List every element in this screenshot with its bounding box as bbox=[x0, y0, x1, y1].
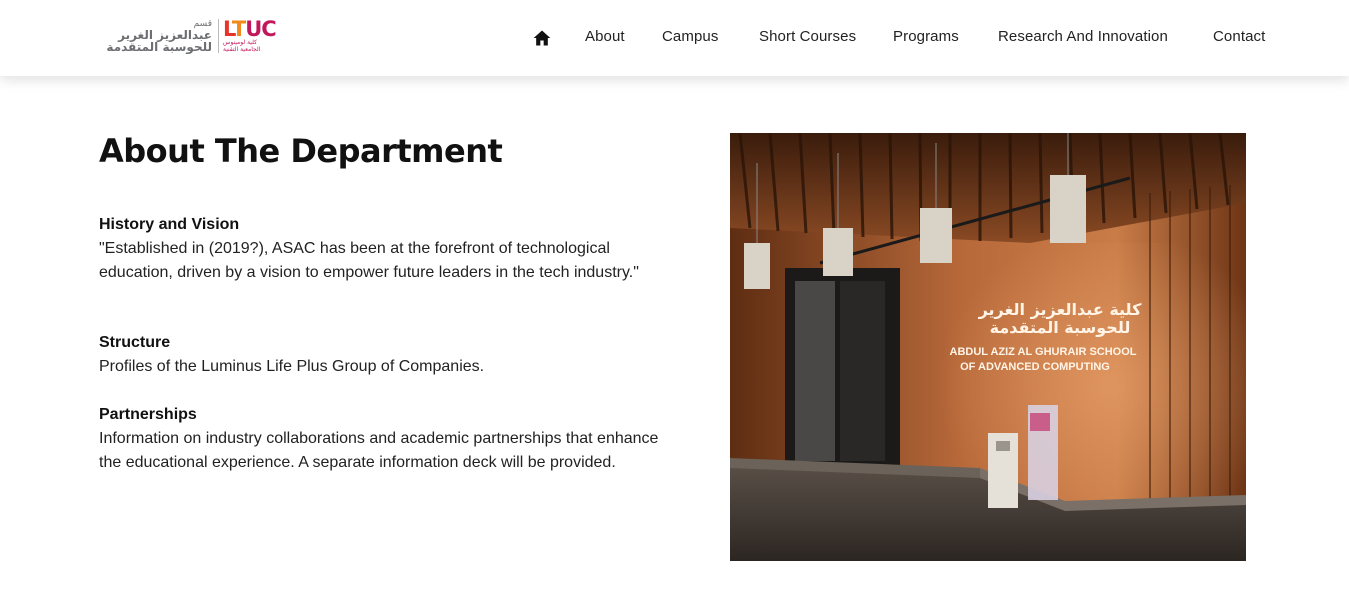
structure-section: Structure Profiles of the Luminus Life P… bbox=[99, 331, 674, 379]
brand-letter: L bbox=[223, 16, 233, 41]
section-heading: Structure bbox=[99, 334, 171, 351]
brand-letter: U bbox=[245, 16, 262, 41]
brand-letter: T bbox=[231, 16, 246, 41]
home-icon[interactable] bbox=[532, 28, 552, 48]
sign-english-line2: OF ADVANCED COMPUTING bbox=[960, 361, 1110, 373]
section-heading: History and Vision bbox=[99, 216, 240, 233]
page-title: About The Department bbox=[99, 132, 503, 170]
section-heading: Partnerships bbox=[99, 406, 197, 423]
nav-short-courses[interactable]: Short Courses bbox=[759, 28, 856, 45]
nav-campus[interactable]: Campus bbox=[662, 28, 718, 45]
site-logo[interactable]: قسم عبدالعزيز الغرير للحوسبة المتقدمة LT… bbox=[80, 16, 280, 56]
reception-photo: كلية عبدالعزيز الغرير للحوسبة المتقدمة A… bbox=[730, 133, 1246, 561]
section-body: Information on industry collaborations a… bbox=[99, 430, 659, 471]
nav-about[interactable]: About bbox=[585, 28, 625, 45]
nav-contact[interactable]: Contact bbox=[1213, 28, 1265, 45]
logo-arabic-line2: عبدالعزيز الغرير bbox=[118, 27, 212, 42]
top-navbar: قسم عبدالعزيز الغرير للحوسبة المتقدمة LT… bbox=[0, 0, 1349, 76]
logo-divider bbox=[218, 19, 219, 53]
logo-arabic-wordmark: قسم عبدالعزيز الغرير للحوسبة المتقدمة bbox=[80, 19, 212, 54]
brand-letter: C bbox=[261, 16, 276, 41]
ltuc-brand: LTUC bbox=[223, 16, 277, 41]
partnerships-section: Partnerships Information on industry col… bbox=[99, 403, 674, 475]
section-body: Profiles of the Luminus Life Plus Group … bbox=[99, 358, 485, 375]
reception-photo-illustration: كلية عبدالعزيز الغرير للحوسبة المتقدمة A… bbox=[730, 133, 1246, 561]
logo-arabic-line3: للحوسبة المتقدمة bbox=[106, 39, 212, 54]
ltuc-sub-line2: الجامعية التقنية bbox=[223, 45, 261, 53]
section-body: "Established in (2019?), ASAC has been a… bbox=[99, 240, 639, 281]
sign-english-line1: ABDUL AZIZ AL GHURAIR SCHOOL bbox=[950, 346, 1137, 358]
nav-programs[interactable]: Programs bbox=[893, 28, 959, 45]
sign-arabic-line1: كلية عبدالعزيز الغرير bbox=[978, 300, 1142, 319]
nav-research-and-innovation[interactable]: Research And Innovation bbox=[998, 28, 1168, 45]
ltuc-logo: LTUC كلية لومينوس الجامعية التقنية bbox=[223, 16, 277, 53]
sign-arabic-line2: للحوسبة المتقدمة bbox=[990, 318, 1131, 337]
history-and-vision-section: History and Vision "Established in (2019… bbox=[99, 213, 674, 285]
